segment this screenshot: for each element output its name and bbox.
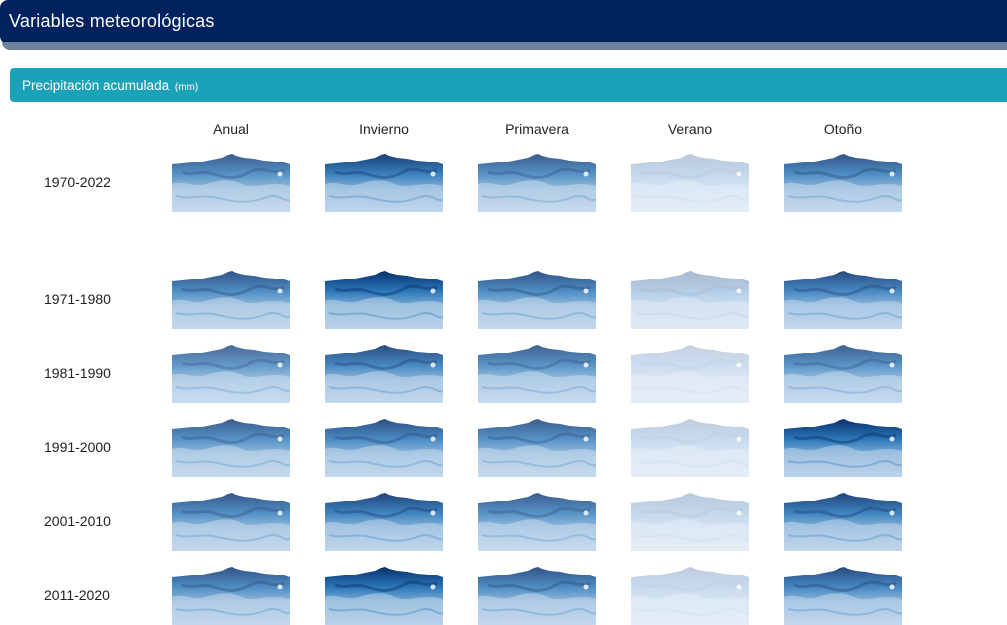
row-label-1970-2022: 1970-2022	[44, 174, 111, 190]
precip-map-anual-1981-1990[interactable]	[172, 345, 290, 403]
precip-map-verano-1991-2000[interactable]	[631, 419, 749, 477]
map-image	[631, 154, 749, 212]
column-header-verano: Verano	[667, 121, 713, 137]
precip-map-verano-1971-1980[interactable]	[631, 271, 749, 329]
precip-map-anual-1971-1980[interactable]	[172, 271, 290, 329]
section-title: Precipitación acumulada (mm)	[22, 78, 198, 93]
row-label-1991-2000: 1991-2000	[44, 439, 111, 455]
row-label-1971-1980: 1971-1980	[44, 291, 111, 307]
column-header-invierno: Invierno	[359, 121, 409, 137]
map-image	[784, 154, 902, 212]
map-image	[784, 419, 902, 477]
map-image	[325, 493, 443, 551]
row-label-2001-2010: 2001-2010	[44, 513, 111, 529]
precip-map-primavera-1970-2022[interactable]	[478, 154, 596, 212]
map-image	[478, 154, 596, 212]
precip-map-verano-1970-2022[interactable]	[631, 154, 749, 212]
precip-map-anual-2001-2010[interactable]	[172, 493, 290, 551]
map-image	[631, 419, 749, 477]
section-unit: (mm)	[174, 82, 199, 93]
map-image	[784, 567, 902, 625]
map-image	[478, 271, 596, 329]
map-image	[478, 493, 596, 551]
precip-map-invierno-2011-2020[interactable]	[325, 567, 443, 625]
map-image	[172, 345, 290, 403]
precip-map-verano-2001-2010[interactable]	[631, 493, 749, 551]
precip-map-primavera-2001-2010[interactable]	[478, 493, 596, 551]
map-image	[325, 567, 443, 625]
map-image	[478, 345, 596, 403]
column-header-otoño: Otoño	[823, 121, 863, 137]
map-image	[325, 271, 443, 329]
row-label-1981-1990: 1981-1990	[44, 365, 111, 381]
precip-map-verano-1981-1990[interactable]	[631, 345, 749, 403]
map-image	[631, 493, 749, 551]
precip-map-otoño-1981-1990[interactable]	[784, 345, 902, 403]
map-image	[172, 567, 290, 625]
header-underline	[2, 42, 1007, 50]
precip-map-otoño-2011-2020[interactable]	[784, 567, 902, 625]
map-image	[172, 493, 290, 551]
precip-map-anual-1991-2000[interactable]	[172, 419, 290, 477]
precip-map-anual-1970-2022[interactable]	[172, 154, 290, 212]
map-image	[325, 419, 443, 477]
section-header-precipitation: Precipitación acumulada (mm)	[10, 68, 1007, 102]
precip-map-primavera-1991-2000[interactable]	[478, 419, 596, 477]
precip-map-otoño-1970-2022[interactable]	[784, 154, 902, 212]
map-image	[478, 419, 596, 477]
precip-map-otoño-1991-2000[interactable]	[784, 419, 902, 477]
precip-map-invierno-2001-2010[interactable]	[325, 493, 443, 551]
map-image	[172, 271, 290, 329]
precip-map-otoño-2001-2010[interactable]	[784, 493, 902, 551]
precip-map-primavera-2011-2020[interactable]	[478, 567, 596, 625]
row-label-2011-2020: 2011-2020	[44, 587, 110, 603]
precip-map-primavera-1971-1980[interactable]	[478, 271, 596, 329]
map-image	[172, 419, 290, 477]
top-header: Variables meteorológicas	[0, 0, 1007, 52]
precip-map-invierno-1991-2000[interactable]	[325, 419, 443, 477]
column-header-anual: Anual	[213, 121, 249, 137]
precip-map-primavera-1981-1990[interactable]	[478, 345, 596, 403]
map-image	[172, 154, 290, 212]
page-title: Variables meteorológicas	[9, 11, 215, 31]
precip-map-invierno-1970-2022[interactable]	[325, 154, 443, 212]
precip-map-invierno-1971-1980[interactable]	[325, 271, 443, 329]
precip-map-verano-2011-2020[interactable]	[631, 567, 749, 625]
map-image	[784, 493, 902, 551]
map-image	[325, 345, 443, 403]
precip-map-anual-2011-2020[interactable]	[172, 567, 290, 625]
map-image	[631, 271, 749, 329]
map-image	[478, 567, 596, 625]
map-image	[631, 567, 749, 625]
map-image	[784, 271, 902, 329]
map-image	[784, 345, 902, 403]
precip-map-invierno-1981-1990[interactable]	[325, 345, 443, 403]
map-image	[631, 345, 749, 403]
column-header-primavera: Primavera	[505, 121, 569, 137]
map-image	[325, 154, 443, 212]
precip-map-otoño-1971-1980[interactable]	[784, 271, 902, 329]
section-title-text: Precipitación acumulada	[22, 78, 170, 93]
